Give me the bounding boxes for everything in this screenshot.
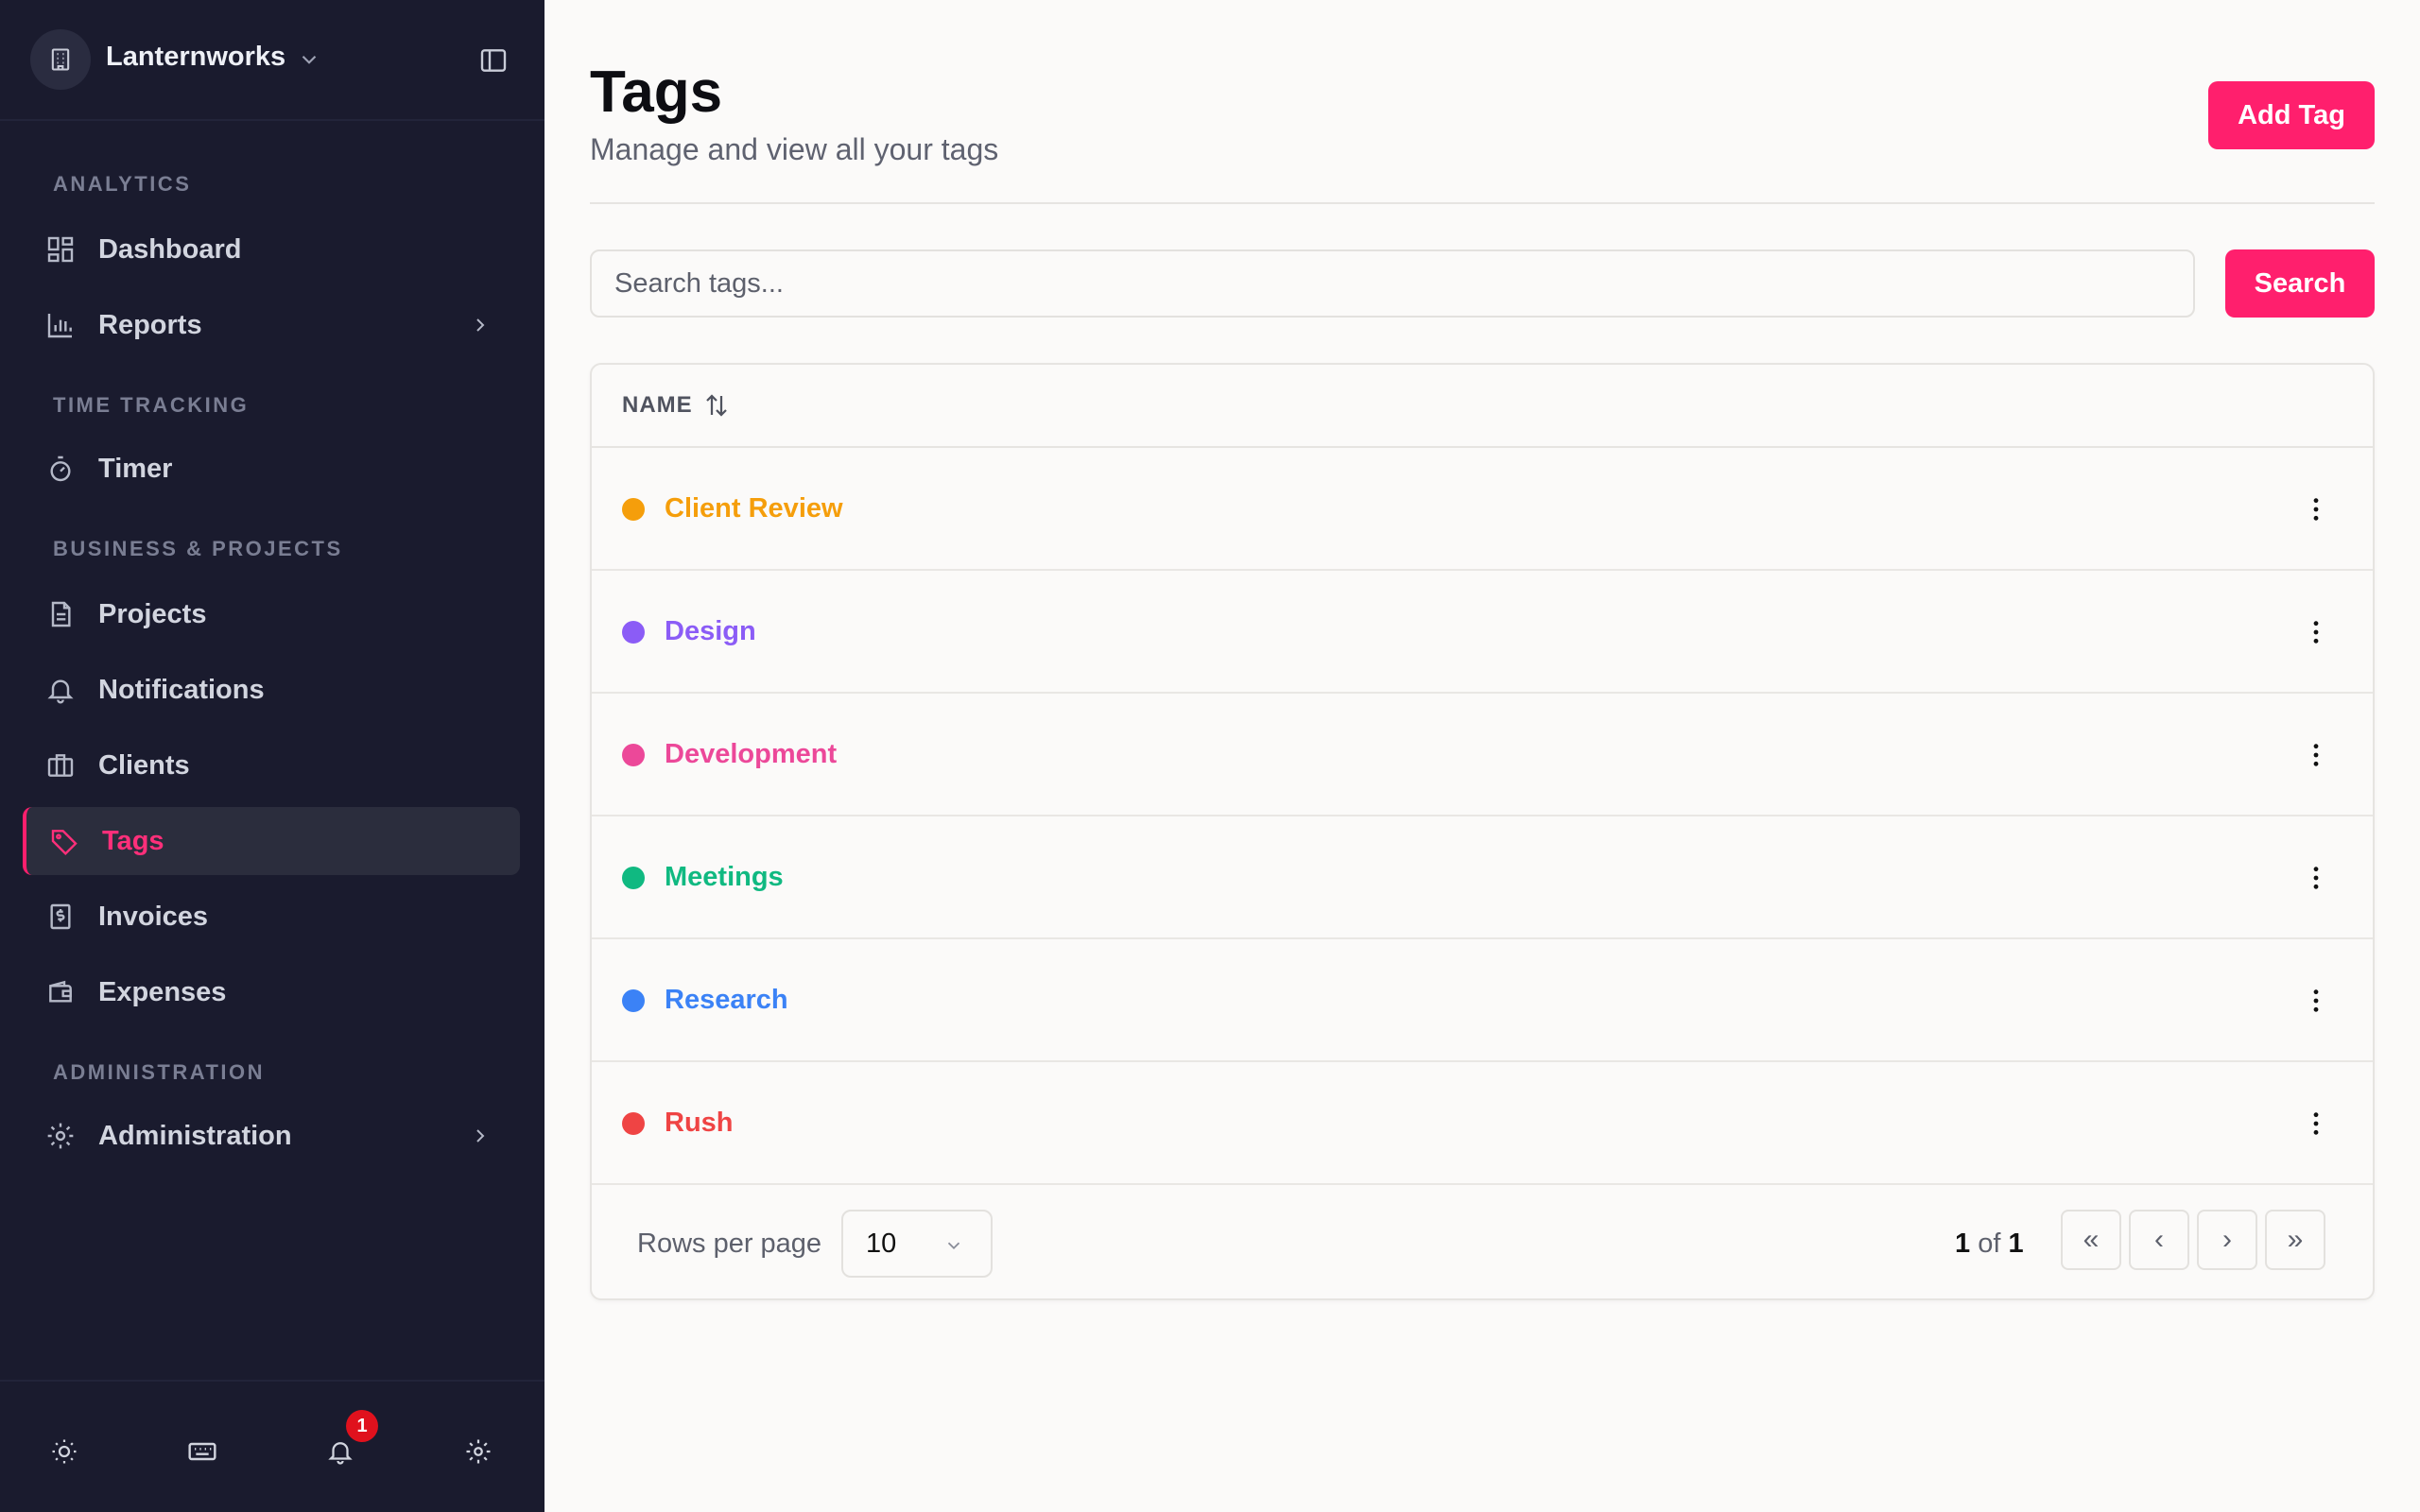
table-row[interactable]: Rush xyxy=(592,1062,2373,1185)
tag-color-dot xyxy=(622,867,645,889)
table-footer: Rows per page 10 1 of 1 « ‹ › » xyxy=(592,1185,2373,1300)
sidebar-item-projects[interactable]: Projects xyxy=(23,580,520,648)
more-options-icon[interactable] xyxy=(2301,617,2331,647)
sidebar-item-dashboard[interactable]: Dashboard xyxy=(23,215,520,284)
sidebar-item-label: Expenses xyxy=(98,976,227,1007)
section-time-tracking: TIME TRACKING xyxy=(53,393,250,417)
sidebar-item-reports[interactable]: Reports xyxy=(23,291,520,359)
more-options-icon[interactable] xyxy=(2301,863,2331,893)
section-administration: ADMINISTRATION xyxy=(53,1060,266,1084)
section-business-projects: BUSINESS & PROJECTS xyxy=(53,537,343,560)
keyboard-icon[interactable] xyxy=(185,1435,219,1469)
sidebar-item-label: Clients xyxy=(98,749,190,781)
add-tag-button[interactable]: Add Tag xyxy=(2208,81,2375,149)
wallet-icon xyxy=(45,977,76,1007)
sidebar-item-label: Notifications xyxy=(98,674,265,705)
tag-color-dot xyxy=(622,621,645,644)
stopwatch-icon xyxy=(45,454,76,484)
chevron-right-icon xyxy=(469,314,492,336)
sidebar-item-tags[interactable]: Tags xyxy=(23,807,520,875)
tag-name[interactable]: Development xyxy=(665,739,837,770)
tag-name[interactable]: Design xyxy=(665,616,756,647)
page-subtitle: Manage and view all your tags xyxy=(590,132,999,166)
more-options-icon[interactable] xyxy=(2301,740,2331,770)
workspace-name[interactable]: Lanternworks xyxy=(106,42,285,73)
sidebar-item-administration[interactable]: Administration xyxy=(23,1102,520,1170)
sidebar-item-invoices[interactable]: Invoices xyxy=(23,883,520,951)
tag-name[interactable]: Research xyxy=(665,985,788,1016)
more-options-icon[interactable] xyxy=(2301,986,2331,1016)
sidebar-item-label: Projects xyxy=(98,598,207,629)
sidebar-item-label: Administration xyxy=(98,1120,292,1151)
sidebar-item-clients[interactable]: Clients xyxy=(23,731,520,799)
table-row[interactable]: Design xyxy=(592,571,2373,694)
workspace-avatar[interactable] xyxy=(30,29,91,90)
chevron-right-icon xyxy=(469,1125,492,1147)
tag-color-dot xyxy=(622,498,645,521)
table-row[interactable]: Meetings xyxy=(592,816,2373,939)
previous-page-button[interactable]: ‹ xyxy=(2129,1210,2189,1270)
chevron-down-icon[interactable] xyxy=(297,47,321,72)
sidebar-footer xyxy=(0,1380,544,1512)
tag-icon xyxy=(49,826,79,856)
tag-color-dot xyxy=(622,744,645,766)
sidebar-item-label: Dashboard xyxy=(98,233,242,265)
search-button[interactable]: Search xyxy=(2225,249,2375,318)
notification-bell-icon[interactable] xyxy=(323,1435,357,1469)
sidebar-item-notifications[interactable]: Notifications xyxy=(23,656,520,724)
sidebar-item-label: Tags xyxy=(102,825,164,856)
gear-icon xyxy=(45,1121,76,1151)
search-input[interactable] xyxy=(590,249,2195,318)
section-analytics: ANALYTICS xyxy=(53,172,192,196)
tag-name[interactable]: Meetings xyxy=(665,862,784,893)
theme-toggle-sun-icon[interactable] xyxy=(47,1435,81,1469)
rows-per-page-select[interactable]: 10 xyxy=(841,1210,993,1278)
page-of-label: of xyxy=(1978,1228,2001,1259)
table-header: NAME xyxy=(592,365,2373,448)
sidebar-item-label: Reports xyxy=(98,309,202,340)
sidebar-header: Lanternworks xyxy=(0,0,544,121)
tag-color-dot xyxy=(622,989,645,1012)
more-options-icon[interactable] xyxy=(2301,1108,2331,1139)
notification-badge: 1 xyxy=(346,1410,378,1442)
column-header-name[interactable]: NAME xyxy=(622,391,731,420)
column-header-label: NAME xyxy=(622,392,693,418)
table-row[interactable]: Research xyxy=(592,939,2373,1062)
chevron-down-icon xyxy=(943,1235,964,1256)
next-page-button[interactable]: › xyxy=(2197,1210,2257,1270)
briefcase-icon xyxy=(45,750,76,781)
sidebar-item-expenses[interactable]: Expenses xyxy=(23,958,520,1026)
tag-color-dot xyxy=(622,1112,645,1135)
page-indicator: 1 of 1 xyxy=(1955,1228,2024,1260)
sidebar-item-timer[interactable]: Timer xyxy=(23,435,520,503)
building-icon xyxy=(47,46,74,73)
sort-arrows-icon xyxy=(702,391,731,420)
more-options-icon[interactable] xyxy=(2301,494,2331,524)
bell-icon xyxy=(45,675,76,705)
total-pages: 1 xyxy=(2008,1228,2024,1259)
bar-chart-icon xyxy=(45,310,76,340)
sidebar-toggle-icon[interactable] xyxy=(478,45,509,76)
table-row[interactable]: Client Review xyxy=(592,448,2373,571)
sidebar: Lanternworks ANALYTICS Dashboard Reports… xyxy=(0,0,544,1512)
tags-table: NAME Client Review Design Development Me… xyxy=(590,363,2375,1300)
rows-per-page-value: 10 xyxy=(866,1228,897,1259)
table-row[interactable]: Development xyxy=(592,694,2373,816)
receipt-icon xyxy=(45,902,76,932)
first-page-button[interactable]: « xyxy=(2061,1210,2121,1270)
last-page-button[interactable]: » xyxy=(2265,1210,2325,1270)
dashboard-icon xyxy=(45,234,76,265)
document-icon xyxy=(45,599,76,629)
sidebar-item-label: Timer xyxy=(98,453,173,484)
page-title: Tags xyxy=(590,60,723,125)
rows-per-page-label: Rows per page xyxy=(637,1228,822,1259)
settings-gear-icon[interactable] xyxy=(461,1435,495,1469)
sidebar-item-label: Invoices xyxy=(98,901,209,932)
header-divider xyxy=(590,202,2375,204)
current-page: 1 xyxy=(1955,1228,1971,1259)
tag-name[interactable]: Rush xyxy=(665,1108,734,1139)
tag-name[interactable]: Client Review xyxy=(665,493,843,524)
